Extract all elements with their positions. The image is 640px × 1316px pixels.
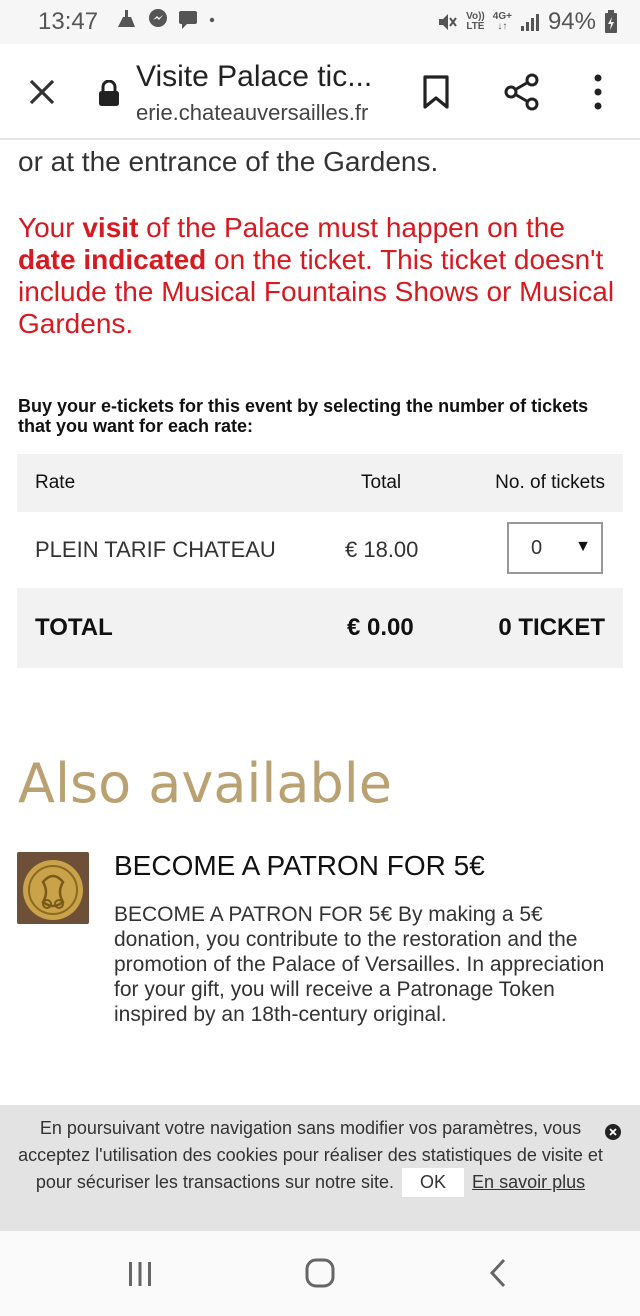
total-amount: € 0.00 [347,614,414,641]
home-icon[interactable] [304,1257,336,1289]
rate-name: PLEIN TARIF CHATEAU [35,537,276,562]
visit-warning: Your visit of the Palace must happen on … [18,212,615,339]
network-indicator: 4G+ ↓↑ [492,11,512,32]
more-menu-icon[interactable] [585,72,611,112]
close-icon[interactable] [26,76,58,108]
signal-icon [520,14,539,31]
product-description: BECOME A PATRON FOR 5€ By making a 5€ do… [114,903,605,1026]
notification-icons [115,8,217,30]
quantity-value: 0 [531,537,543,559]
page-url[interactable]: erie.chateauversailles.fr [136,100,386,126]
mute-icon [439,14,457,30]
messenger-icon [149,9,167,27]
header-tickets: No. of tickets [495,472,605,493]
cookie-message: En poursuivant votre navigation sans mod… [18,1115,603,1197]
status-time: 13:47 [38,8,99,35]
dot-icon [209,17,215,23]
share-icon[interactable] [503,72,541,112]
rate-price: € 18.00 [345,537,419,562]
also-available-heading: Also available [18,752,393,815]
header-rate: Rate [35,472,76,493]
back-icon[interactable] [487,1257,509,1289]
bookmark-icon[interactable] [420,74,452,110]
battery-icon [605,10,617,33]
location-text: or at the entrance of the Gardens. [18,146,439,177]
battery-level: 94% [547,8,596,35]
system-nav-bar [0,1231,640,1316]
cookie-banner: En poursuivant votre navigation sans mod… [0,1105,640,1231]
lock-icon[interactable] [98,80,120,106]
rate-table: Rate Total No. of tickets PLEIN TARIF CH… [17,454,623,668]
page-title[interactable]: Visite Palace tic... [136,60,372,94]
total-ticket-count: 0 TICKET [498,614,605,641]
patron-token-image[interactable] [17,852,89,924]
volte-indicator: Vo)) LTE [466,11,485,32]
table-header: Rate Total No. of tickets [17,454,623,512]
table-total-row: TOTAL € 0.00 0 TICKET [17,588,623,668]
recent-apps-icon[interactable] [126,1259,154,1289]
header-total: Total [361,472,402,493]
close-icon[interactable] [604,1123,622,1141]
dropdown-arrow-icon: ▼ [575,538,591,555]
status-right: Vo)) LTE 4G+ ↓↑ 94% [436,8,618,36]
cookie-more-link[interactable]: En savoir plus [472,1172,585,1192]
chat-icon [179,11,197,29]
browser-toolbar: Visite Palace tic... erie.chateauversail… [0,44,640,140]
cookie-ok-button[interactable]: OK [402,1168,465,1197]
product-title[interactable]: BECOME A PATRON FOR 5€ [114,850,485,882]
status-bar: 13:47 Vo)) LTE 4G+ ↓↑ 94% [0,0,640,44]
cleaner-icon [118,10,135,27]
ticket-intro: Buy your e-tickets for this event by sel… [18,396,589,436]
ticket-quantity-select[interactable]: 0 ▼ [507,522,603,574]
total-label: TOTAL [35,614,113,641]
table-row: PLEIN TARIF CHATEAU € 18.00 0 ▼ [17,512,623,588]
